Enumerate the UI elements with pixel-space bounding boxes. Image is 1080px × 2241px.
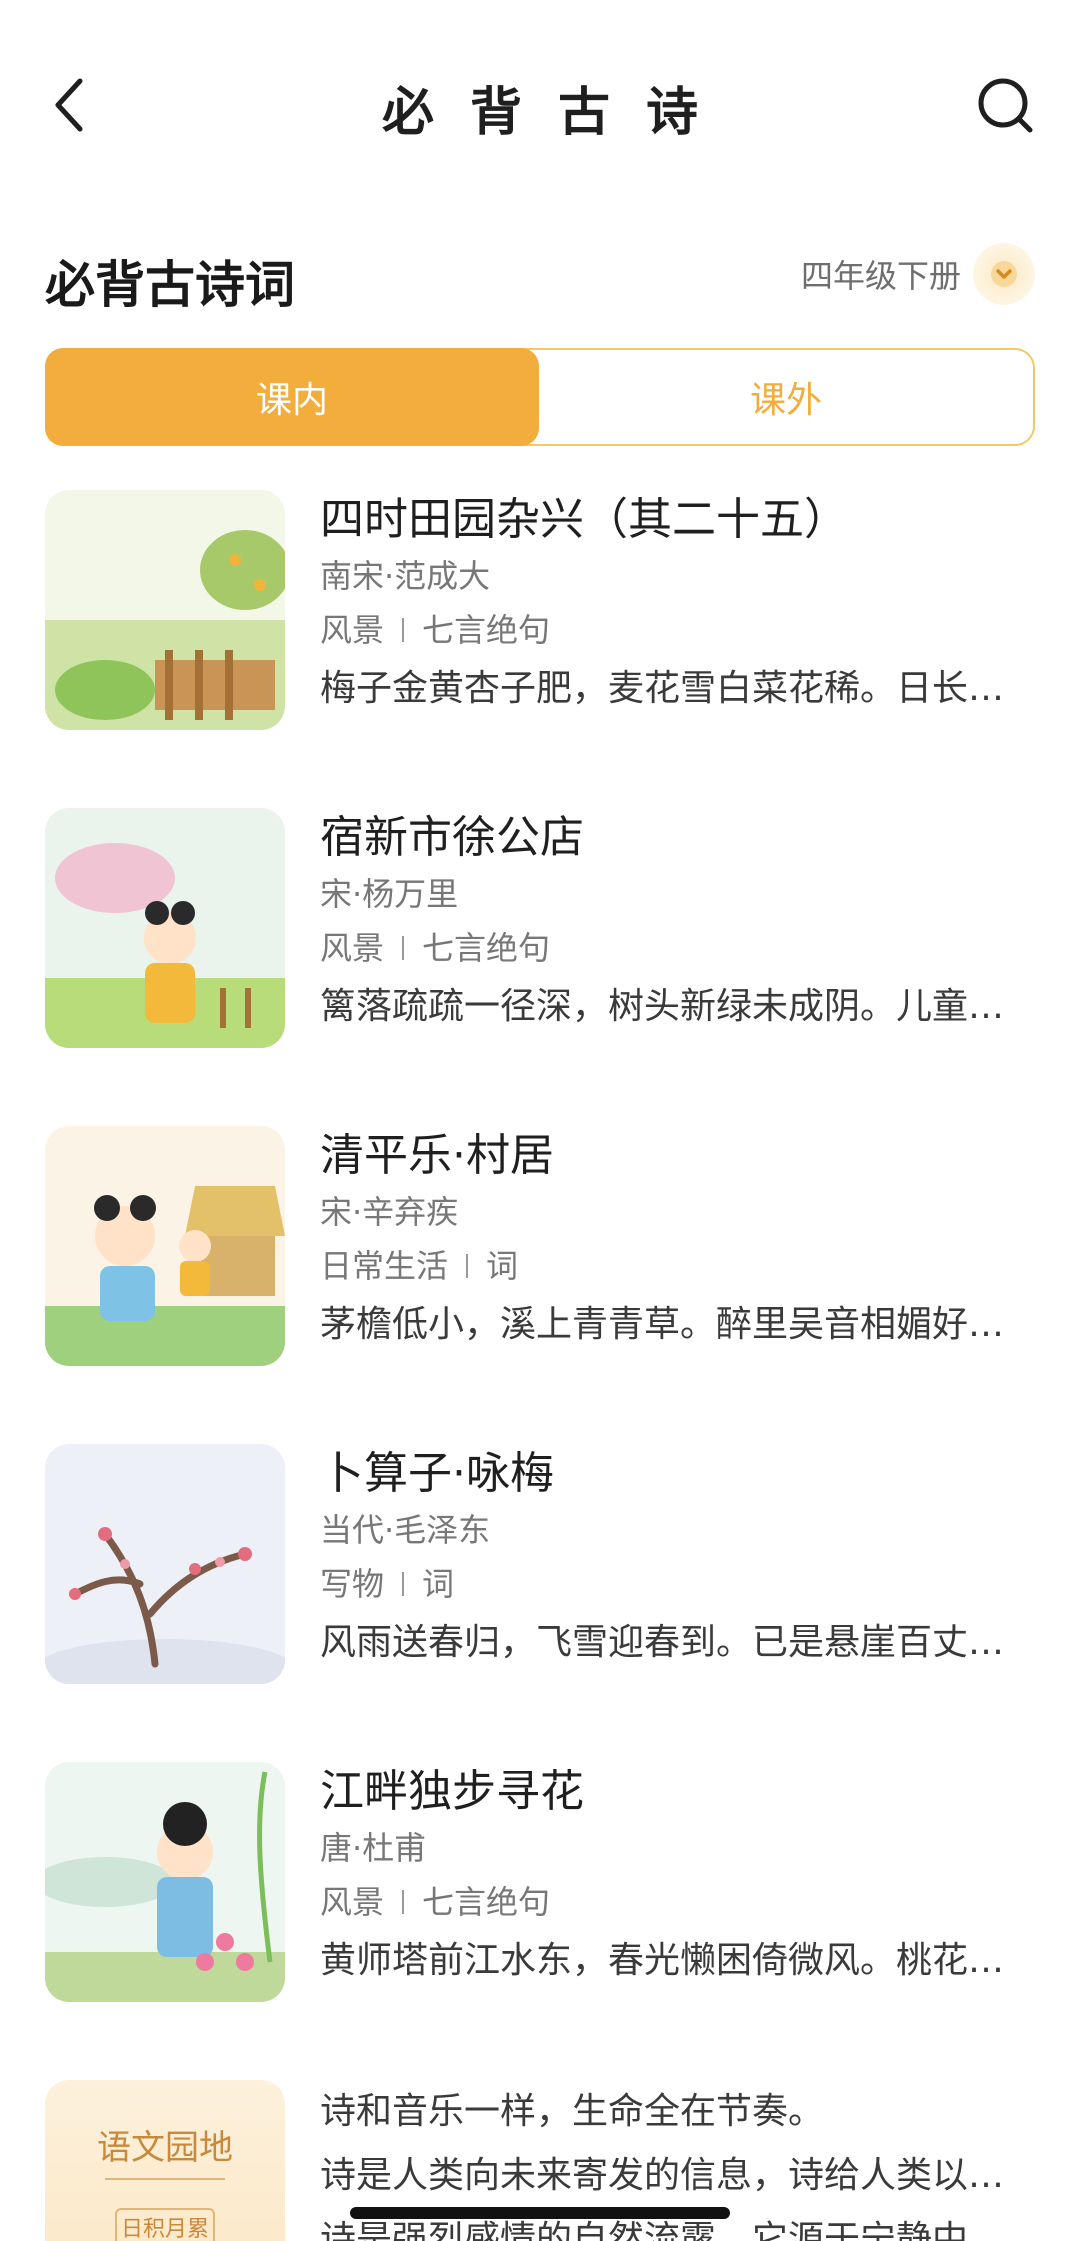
list-item[interactable]: 卜算子·咏梅 当代·毛泽东 写物 词 风雨送春归，飞雪迎春到。已是悬崖百丈冰，犹… bbox=[45, 1444, 1035, 1762]
poem-author: 宋·杨万里 bbox=[320, 875, 459, 913]
poem-author: 当代·毛泽东 bbox=[320, 1511, 491, 1549]
poem-thumbnail bbox=[45, 1444, 285, 1684]
poem-author: 宋·辛弃疾 bbox=[320, 1193, 459, 1231]
poem-excerpt: 风雨送春归，飞雪迎春到。已是悬崖百丈冰，犹有花枝俏。 bbox=[320, 1622, 1035, 1663]
poem-form: 词 bbox=[486, 1247, 519, 1285]
app-root: 必背古诗 必背古诗词 四年级下册 课内 课外 四时田园杂兴（其二十五） 南宋·范… bbox=[0, 0, 1080, 2241]
poem-excerpt: 茅檐低小，溪上青青草。醉里吴音相媚好，白发谁家翁媪？ bbox=[320, 1304, 1035, 1345]
tab-extracurricular[interactable]: 课外 bbox=[539, 350, 1033, 444]
poem-tags: 风景 七言绝句 bbox=[320, 608, 1035, 652]
tag-divider bbox=[402, 618, 405, 642]
poem-form: 词 bbox=[422, 1565, 455, 1603]
garden-quote: 诗是人类向未来寄发的信息，诗给人类以高尚的情操。 bbox=[320, 2155, 1035, 2196]
tag-divider bbox=[402, 1890, 405, 1914]
poem-title: 宿新市徐公店 bbox=[320, 812, 584, 863]
garden-thumb-title: 语文园地 bbox=[97, 2128, 233, 2168]
poem-thumbnail bbox=[45, 1762, 285, 2002]
poem-title: 四时田园杂兴（其二十五） bbox=[320, 494, 848, 545]
garden-quote: 诗和音乐一样，生命全在节奏。 bbox=[320, 2091, 825, 2132]
poem-title: 清平乐·村居 bbox=[320, 1130, 554, 1181]
poem-theme: 日常生活 bbox=[320, 1247, 449, 1285]
poem-excerpt: 篱落疏疏一径深，树头新绿未成阴。儿童急走追黄蝶，飞入菜花无处寻。 bbox=[320, 986, 1035, 1027]
list-item[interactable]: 江畔独步寻花 唐·杜甫 风景 七言绝句 黄师塔前江水东，春光懒困倚微风。桃花一簇… bbox=[45, 1762, 1035, 2080]
poem-form: 七言绝句 bbox=[422, 929, 551, 967]
poem-thumbnail bbox=[45, 1126, 285, 1366]
poem-form: 七言绝句 bbox=[422, 1883, 551, 1921]
search-icon bbox=[978, 78, 1033, 133]
poem-form: 七言绝句 bbox=[422, 611, 551, 649]
poem-tags: 风景 七言绝句 bbox=[320, 926, 1035, 970]
tag-divider bbox=[402, 936, 405, 960]
chevron-down-icon bbox=[973, 243, 1035, 305]
poem-thumbnail bbox=[45, 490, 285, 730]
poem-tags: 写物 词 bbox=[320, 1562, 1035, 1606]
poem-theme: 风景 bbox=[320, 1883, 385, 1921]
poem-author: 南宋·范成大 bbox=[320, 557, 491, 595]
poem-excerpt: 黄师塔前江水东，春光懒困倚微风。桃花一簇开无主，可爱深红爱浅红？ bbox=[320, 1940, 1035, 1981]
poem-author: 唐·杜甫 bbox=[320, 1829, 427, 1867]
home-indicator[interactable] bbox=[350, 2207, 730, 2219]
poem-theme: 风景 bbox=[320, 611, 385, 649]
poem-title: 江畔独步寻花 bbox=[320, 1766, 584, 1817]
tag-divider bbox=[402, 1572, 405, 1596]
poem-tags: 日常生活 词 bbox=[320, 1244, 1035, 1288]
tag-divider bbox=[466, 1254, 469, 1278]
poem-thumbnail bbox=[45, 808, 285, 1048]
poem-title: 卜算子·咏梅 bbox=[320, 1448, 554, 1499]
garden-thumbnail: 语文园地 日积月累 bbox=[45, 2080, 285, 2241]
list-item[interactable]: 宿新市徐公店 宋·杨万里 风景 七言绝句 篱落疏疏一径深，树头新绿未成阴。儿童急… bbox=[45, 808, 1035, 1126]
grade-picker[interactable]: 四年级下册 bbox=[801, 243, 1035, 305]
section-title: 必背古诗词 bbox=[45, 256, 295, 314]
garden-thumb-subtitle: 日积月累 bbox=[115, 2208, 215, 2241]
tab-bar: 课内 课外 bbox=[45, 348, 1035, 446]
poem-list: 四时田园杂兴（其二十五） 南宋·范成大 风景 七言绝句 梅子金黄杏子肥，麦花雪白… bbox=[45, 490, 1035, 2080]
search-button[interactable] bbox=[970, 70, 1040, 140]
page-title: 必背古诗 bbox=[381, 82, 734, 143]
poem-theme: 写物 bbox=[320, 1565, 385, 1603]
poem-excerpt: 梅子金黄杏子肥，麦花雪白菜花稀。日长篱落无人过，惟有蜻蜓蛱蝶飞。 bbox=[320, 668, 1035, 709]
list-item[interactable]: 四时田园杂兴（其二十五） 南宋·范成大 风景 七言绝句 梅子金黄杏子肥，麦花雪白… bbox=[45, 490, 1035, 808]
poem-theme: 风景 bbox=[320, 929, 385, 967]
poem-tags: 风景 七言绝句 bbox=[320, 1880, 1035, 1924]
divider bbox=[105, 2178, 225, 2180]
list-item[interactable]: 清平乐·村居 宋·辛弃疾 日常生活 词 茅檐低小，溪上青青草。醉里吴音相媚好，白… bbox=[45, 1126, 1035, 1444]
grade-label: 四年级下册 bbox=[800, 257, 961, 295]
nav-bar: 必背古诗 bbox=[0, 0, 1080, 200]
tab-in-class[interactable]: 课内 bbox=[45, 348, 539, 446]
